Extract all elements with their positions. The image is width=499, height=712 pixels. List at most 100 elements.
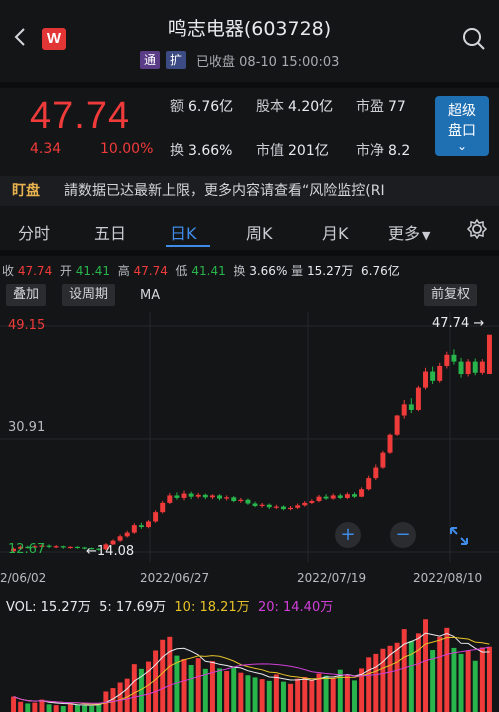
fullscreen-expand-icon[interactable] bbox=[446, 524, 472, 548]
volume-bar bbox=[288, 683, 294, 712]
volume-bar bbox=[188, 665, 194, 712]
candle-body bbox=[394, 415, 400, 435]
price-change: 4.34 bbox=[30, 141, 62, 157]
volume-bar bbox=[280, 681, 286, 712]
volume-bar bbox=[82, 705, 88, 712]
volume-bar bbox=[479, 647, 485, 712]
candle-body bbox=[117, 536, 123, 541]
volume-bar bbox=[231, 666, 237, 712]
tab-five-day[interactable]: 五日 bbox=[94, 220, 126, 244]
volume-bar bbox=[11, 696, 17, 712]
candle-body bbox=[295, 505, 301, 508]
volume-bar bbox=[131, 664, 137, 712]
overlay-button[interactable]: 叠加 bbox=[6, 284, 47, 306]
volume-bar bbox=[309, 680, 315, 712]
volume-legend: VOL: 15.27万 5: 17.69万 10: 18.21万 20: 14.… bbox=[6, 600, 334, 615]
candle-body bbox=[188, 493, 194, 497]
candle-body bbox=[423, 371, 429, 388]
chevron-down-icon: ⌄ bbox=[456, 139, 468, 153]
volume-bar bbox=[117, 682, 123, 712]
volume-bar bbox=[380, 648, 386, 712]
candle-body bbox=[266, 504, 272, 508]
volume-bar bbox=[25, 703, 31, 712]
volume-bar bbox=[67, 703, 73, 712]
stock-title: 鸣志电器(603728) bbox=[167, 18, 332, 40]
candle-body bbox=[359, 489, 365, 497]
candle-body bbox=[316, 496, 322, 502]
tab-weekly-k[interactable]: 周K bbox=[246, 220, 273, 244]
tag-tong[interactable]: 通 bbox=[140, 51, 161, 69]
candle-body bbox=[259, 504, 265, 506]
arrow-left-icon: ← bbox=[86, 544, 97, 559]
high-price-mark: 47.74 → bbox=[432, 316, 485, 331]
zoom-out-button[interactable]: − bbox=[390, 522, 416, 548]
volume-bar bbox=[444, 627, 450, 712]
candle-body bbox=[174, 495, 180, 498]
last-price: 47.74 bbox=[30, 95, 131, 137]
volume-bar bbox=[46, 704, 52, 712]
stat-shares: 股本 4.20亿 bbox=[256, 99, 334, 115]
candle-body bbox=[401, 404, 407, 416]
tab-intraday[interactable]: 分时 bbox=[18, 220, 50, 244]
volume-bar bbox=[252, 677, 258, 712]
candle-body bbox=[209, 495, 215, 498]
ma-indicator-label[interactable]: MA bbox=[140, 288, 160, 303]
volume-bar bbox=[408, 641, 414, 712]
volume-bar bbox=[330, 678, 336, 712]
volume-bar bbox=[394, 642, 400, 712]
volume-bar bbox=[266, 680, 272, 712]
tab-daily-k[interactable]: 日K bbox=[170, 220, 197, 244]
volume-bar bbox=[486, 646, 492, 712]
candle-body bbox=[415, 387, 421, 410]
candle-body bbox=[60, 546, 66, 548]
stat-marketcap: 市值 201亿 bbox=[256, 143, 329, 159]
candlestick-chart[interactable] bbox=[0, 312, 499, 590]
candle-body bbox=[352, 494, 357, 497]
tab-monthly-k[interactable]: 月K bbox=[322, 220, 349, 244]
active-tab-indicator bbox=[166, 245, 210, 247]
candle-body bbox=[280, 506, 286, 510]
adjust-forward-button[interactable]: 前复权 bbox=[424, 284, 478, 306]
volume-bar bbox=[415, 633, 421, 712]
candle-body bbox=[302, 502, 308, 506]
volume-bar bbox=[238, 672, 244, 712]
settings-gear-icon[interactable] bbox=[466, 218, 488, 240]
volume-bar bbox=[373, 653, 379, 712]
volume-bar bbox=[217, 668, 223, 712]
candle-body bbox=[486, 334, 492, 375]
candle-body bbox=[202, 494, 208, 498]
volume-bar bbox=[160, 639, 166, 712]
candle-body bbox=[344, 494, 350, 498]
candle-body bbox=[323, 496, 329, 499]
y-axis-low-label: 12.67 bbox=[8, 542, 46, 557]
market-status: 已收盘 08-10 15:00:03 bbox=[196, 54, 340, 70]
candle-body bbox=[408, 404, 414, 410]
stat-turnover: 换 3.66% bbox=[170, 143, 233, 159]
tag-kuo[interactable]: 扩 bbox=[166, 51, 187, 69]
search-icon[interactable] bbox=[461, 26, 487, 52]
y-axis-mid-label: 30.91 bbox=[8, 420, 46, 435]
period-tabs: 分时 五日 日K 周K 月K 更多 ▼ bbox=[0, 212, 499, 248]
volume-bar bbox=[32, 702, 38, 712]
volume-chart[interactable] bbox=[0, 614, 499, 712]
super-orderbook-button[interactable]: 超级 盘口 ⌄ bbox=[435, 96, 489, 156]
volume-bar bbox=[18, 701, 24, 712]
zoom-in-button[interactable]: + bbox=[335, 522, 361, 548]
candle-body bbox=[458, 361, 464, 375]
volume-bar bbox=[366, 657, 372, 712]
volume-bar bbox=[472, 660, 478, 712]
candle-body bbox=[231, 497, 237, 502]
volume-bar bbox=[273, 674, 279, 712]
ticker-text[interactable]: 請数据已达最新上限，更多内容请查看“风险监控(RI bbox=[64, 180, 494, 200]
candle-body bbox=[337, 495, 343, 498]
candle-body bbox=[444, 354, 450, 366]
volume-bar bbox=[295, 678, 301, 712]
candle-body bbox=[465, 361, 471, 375]
candle-body bbox=[479, 361, 485, 373]
stat-pe: 市盈 77 bbox=[356, 99, 406, 115]
candle-body bbox=[46, 545, 52, 547]
set-period-button[interactable]: 设周期 bbox=[62, 284, 116, 306]
tab-more[interactable]: 更多 ▼ bbox=[388, 220, 430, 244]
volume-bar bbox=[302, 676, 308, 712]
volume-bar bbox=[124, 678, 130, 712]
